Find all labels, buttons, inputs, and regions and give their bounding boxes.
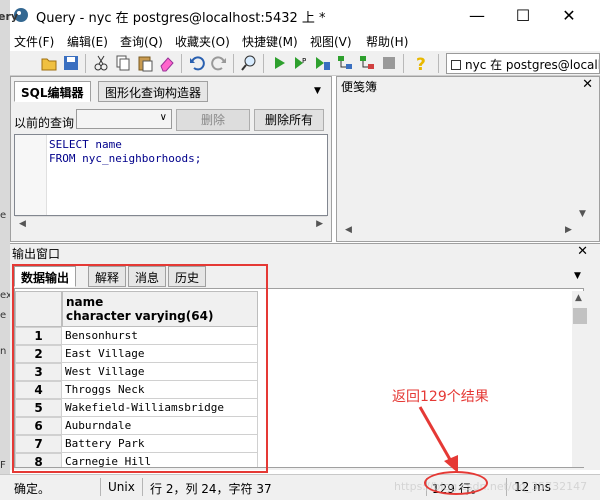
left-edge-fragment: e bbox=[0, 210, 7, 221]
row-number[interactable]: 1 bbox=[15, 327, 62, 345]
table-cell[interactable]: Battery Park bbox=[62, 435, 258, 453]
minimize-button[interactable]: — bbox=[454, 0, 500, 31]
table-cell[interactable]: Carnegie Hill bbox=[62, 453, 258, 467]
menu-query[interactable]: 查询(Q) bbox=[120, 33, 163, 50]
status-bar: 确定。 Unix 行 2，列 24，字符 37 129 行。 12 ms htt… bbox=[0, 474, 600, 500]
left-edge-fragment: ery bbox=[0, 10, 19, 23]
column-header-name[interactable]: name character varying(64) bbox=[62, 291, 258, 327]
find-icon[interactable] bbox=[240, 54, 258, 72]
column-type: character varying(64) bbox=[66, 309, 214, 323]
grid-vertical-scrollbar[interactable]: ▲ bbox=[572, 291, 588, 467]
open-file-icon[interactable] bbox=[40, 54, 58, 72]
execute-icon[interactable] bbox=[270, 54, 288, 72]
status-eol: Unix bbox=[108, 480, 135, 494]
scroll-right-icon[interactable]: ▶ bbox=[565, 225, 572, 235]
tab-data-output[interactable]: 数据输出 bbox=[14, 266, 77, 287]
table-cell[interactable]: Bensonhurst bbox=[62, 327, 258, 345]
delete-button[interactable]: 删除 bbox=[176, 109, 250, 131]
menu-bar: 文件(F) 编辑(E) 查询(Q) 收藏夹(O) 快捷键(M) 视图(V) 帮助… bbox=[10, 31, 600, 51]
row-number[interactable]: 3 bbox=[15, 363, 62, 381]
row-number[interactable]: 4 bbox=[15, 381, 62, 399]
line-gutter bbox=[15, 135, 47, 215]
svg-text:?: ? bbox=[416, 55, 426, 72]
left-edge-fragment: n bbox=[0, 346, 7, 357]
left-edge-fragment: F bbox=[0, 460, 6, 471]
previous-queries-select[interactable]: ∨ bbox=[76, 109, 172, 129]
status-cursor-position: 行 2，列 24，字符 37 bbox=[150, 482, 272, 496]
scratch-pad-title: 便笺簿 bbox=[337, 77, 599, 94]
close-output-icon[interactable]: ✕ bbox=[577, 244, 588, 259]
tab-messages[interactable]: 消息 bbox=[128, 266, 167, 287]
maximize-button[interactable]: ☐ bbox=[500, 0, 546, 31]
menu-macros[interactable]: 快捷键(M) bbox=[242, 33, 298, 50]
tab-sql-editor[interactable]: SQL编辑器 bbox=[14, 81, 91, 102]
scratch-pad-panel: 便笺簿 ✕ ▼ ◀ ▶ bbox=[336, 76, 600, 242]
code-line-2: FROM nyc_neighborhoods; bbox=[49, 152, 202, 165]
cancel-query-icon[interactable] bbox=[380, 54, 398, 72]
sql-editor[interactable]: SELECT name FROM nyc_neighborhoods; bbox=[14, 134, 328, 216]
tab-explain[interactable]: 解释 bbox=[88, 266, 127, 287]
close-window-button[interactable]: ✕ bbox=[546, 0, 592, 31]
svg-text:P: P bbox=[302, 57, 306, 65]
scroll-left-icon[interactable]: ◀ bbox=[345, 225, 352, 235]
status-message: 确定。 bbox=[14, 482, 51, 496]
result-grid[interactable]: name character varying(64) 1 Bensonhurst… bbox=[14, 288, 584, 468]
tab-history[interactable]: 历史 bbox=[168, 266, 207, 287]
scrollbar-thumb[interactable] bbox=[573, 308, 587, 324]
scroll-up-icon[interactable]: ▲ bbox=[575, 293, 582, 303]
tab-graphical-query-builder[interactable]: 图形化查询构造器 bbox=[98, 81, 209, 102]
row-number[interactable]: 7 bbox=[15, 435, 62, 453]
execute-to-file-icon[interactable] bbox=[314, 54, 332, 72]
menu-edit[interactable]: 编辑(E) bbox=[67, 33, 108, 50]
title-bar: Query - nyc 在 postgres@localhost:5432 上 … bbox=[0, 0, 600, 31]
annotation-text: 返回129个结果 bbox=[392, 389, 489, 405]
watermark-text: https://blog.csdn.net/qq_35732147 bbox=[394, 480, 588, 493]
connection-label: nyc 在 postgres@localh bbox=[465, 58, 600, 72]
output-menu-arrow-icon[interactable]: ▼ bbox=[574, 271, 581, 281]
scroll-right-icon[interactable]: ▶ bbox=[316, 219, 323, 229]
help-icon[interactable]: ? bbox=[412, 54, 430, 72]
output-pane-header: 输出窗口 ✕ bbox=[10, 243, 600, 261]
table-cell[interactable]: West Village bbox=[62, 363, 258, 381]
chevron-down-icon: ∨ bbox=[159, 112, 167, 123]
save-icon[interactable] bbox=[62, 54, 80, 72]
close-scratch-pad-icon[interactable]: ✕ bbox=[582, 77, 593, 92]
scroll-left-icon[interactable]: ◀ bbox=[19, 219, 26, 229]
panel-menu-arrow-icon[interactable]: ▼ bbox=[314, 86, 321, 96]
paste-icon[interactable] bbox=[136, 54, 154, 72]
previous-queries-label: 以前的查询 bbox=[14, 116, 75, 130]
left-edge-fragment: e bbox=[0, 310, 7, 321]
window-title: Query - nyc 在 postgres@localhost:5432 上 … bbox=[36, 11, 326, 26]
redo-icon[interactable] bbox=[210, 54, 228, 72]
undo-icon[interactable] bbox=[188, 54, 206, 72]
background-window-edge: ery e ex e n F bbox=[0, 0, 18, 500]
grid-corner[interactable] bbox=[15, 291, 62, 327]
execute-pgscript-icon[interactable]: P bbox=[292, 54, 310, 72]
menu-view[interactable]: 视图(V) bbox=[310, 33, 352, 50]
menu-help[interactable]: 帮助(H) bbox=[366, 33, 408, 50]
row-number[interactable]: 2 bbox=[15, 345, 62, 363]
editor-horizontal-scrollbar[interactable]: ◀ ▶ bbox=[15, 216, 327, 232]
copy-icon[interactable] bbox=[114, 54, 132, 72]
connection-selector[interactable]: nyc 在 postgres@localh bbox=[446, 53, 600, 74]
table-cell[interactable]: Throggs Neck bbox=[62, 381, 258, 399]
menu-favourites[interactable]: 收藏夹(O) bbox=[175, 33, 230, 50]
output-pane-title: 输出窗口 bbox=[12, 247, 61, 261]
explain-analyze-icon[interactable] bbox=[358, 54, 376, 72]
cut-icon[interactable] bbox=[92, 54, 110, 72]
row-number[interactable]: 6 bbox=[15, 417, 62, 435]
column-name: name bbox=[66, 295, 104, 309]
checkbox-icon bbox=[451, 60, 461, 70]
clear-icon[interactable] bbox=[158, 54, 176, 72]
table-cell[interactable]: Wakefield-Williamsbridge bbox=[62, 399, 258, 417]
row-number[interactable]: 5 bbox=[15, 399, 62, 417]
scroll-down-icon[interactable]: ▼ bbox=[579, 209, 586, 219]
explain-icon[interactable] bbox=[336, 54, 354, 72]
code-line-1: SELECT name bbox=[49, 138, 122, 151]
row-number[interactable]: 8 bbox=[15, 453, 62, 467]
table-cell[interactable]: Auburndale bbox=[62, 417, 258, 435]
menu-file[interactable]: 文件(F) bbox=[14, 33, 54, 50]
delete-all-button[interactable]: 删除所有 bbox=[254, 109, 324, 131]
table-cell[interactable]: East Village bbox=[62, 345, 258, 363]
